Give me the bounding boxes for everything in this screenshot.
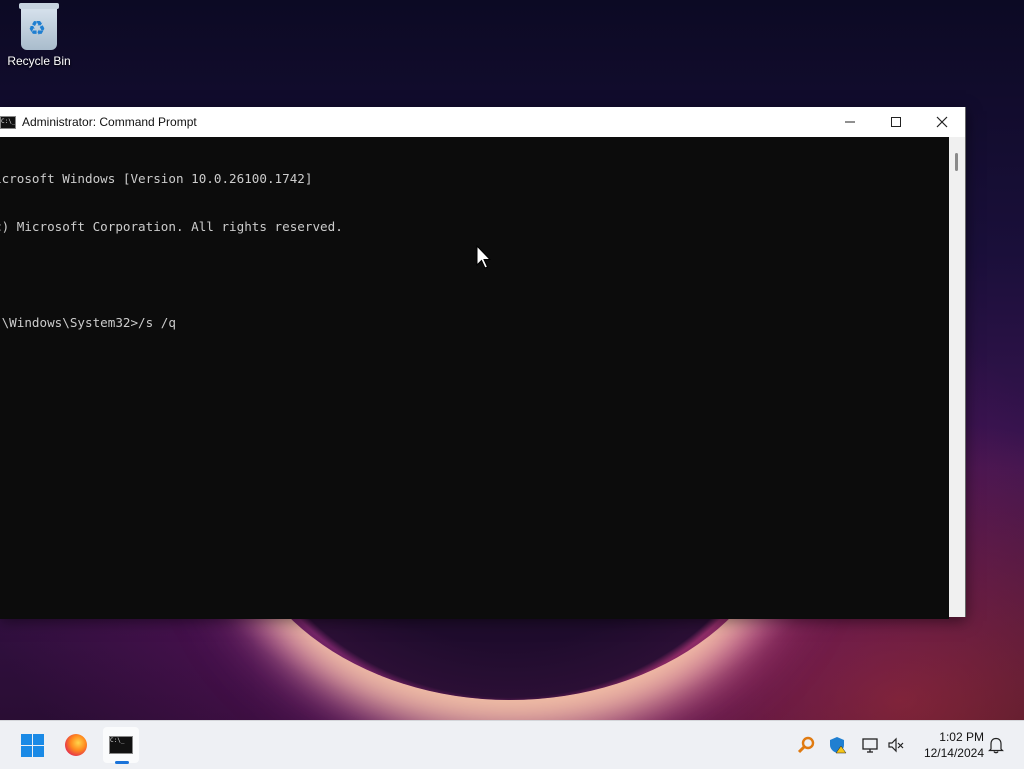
taskbar-clock[interactable]: 1:02 PM 12/14/2024 (912, 729, 984, 761)
tray-search-tool[interactable] (796, 735, 816, 755)
close-icon (936, 116, 948, 128)
desktop-icon-label: Recycle Bin (7, 54, 71, 68)
window-title: Administrator: Command Prompt (22, 115, 197, 129)
maximize-icon (891, 117, 901, 127)
notifications-button[interactable] (986, 735, 1006, 755)
clock-time: 1:02 PM (939, 730, 984, 744)
console-prompt-line[interactable]: :\Windows\System32>/s /q (0, 315, 949, 331)
window-titlebar[interactable]: C:\_ Administrator: Command Prompt (0, 107, 965, 137)
window-controls (827, 107, 965, 137)
console-line: c) Microsoft Corporation. All rights res… (0, 219, 343, 234)
command-prompt-window[interactable]: C:\_ Administrator: Command Prompt icros… (0, 107, 966, 619)
taskbar-command-prompt[interactable]: C:\_ (103, 727, 139, 763)
close-button[interactable] (919, 107, 965, 137)
clock-date: 12/14/2024 (923, 746, 984, 760)
volume-mute-icon (888, 737, 904, 753)
minimize-button[interactable] (827, 107, 873, 137)
firefox-icon (65, 734, 87, 756)
desktop-icon-recycle-bin[interactable]: ♻ Recycle Bin (4, 3, 74, 78)
console-line: icrosoft Windows [Version 10.0.26100.174… (0, 171, 313, 186)
mouse-cursor-icon (476, 245, 492, 269)
console-output[interactable]: icrosoft Windows [Version 10.0.26100.174… (0, 137, 949, 619)
start-button[interactable] (14, 727, 50, 763)
tray-security[interactable] (828, 735, 848, 755)
active-app-indicator (115, 761, 129, 764)
taskbar: C:\_ 1:02 PM 12/14/2024 (0, 720, 1024, 769)
recycle-bin-icon: ♻ (19, 3, 59, 50)
minimize-icon (845, 121, 855, 123)
scrollbar-thumb[interactable] (955, 153, 958, 171)
network-icon (862, 738, 878, 753)
windows-logo-icon (20, 733, 44, 757)
command-prompt-title-icon: C:\_ (0, 115, 16, 129)
console-scrollbar[interactable] (949, 137, 965, 617)
bell-icon (988, 737, 1004, 754)
security-shield-icon (830, 737, 847, 754)
tray-volume[interactable] (886, 735, 906, 755)
taskbar-firefox[interactable] (58, 727, 94, 763)
maximize-button[interactable] (873, 107, 919, 137)
search-tool-icon (797, 736, 815, 754)
tray-network[interactable] (860, 735, 880, 755)
command-prompt-icon: C:\_ (109, 736, 133, 754)
